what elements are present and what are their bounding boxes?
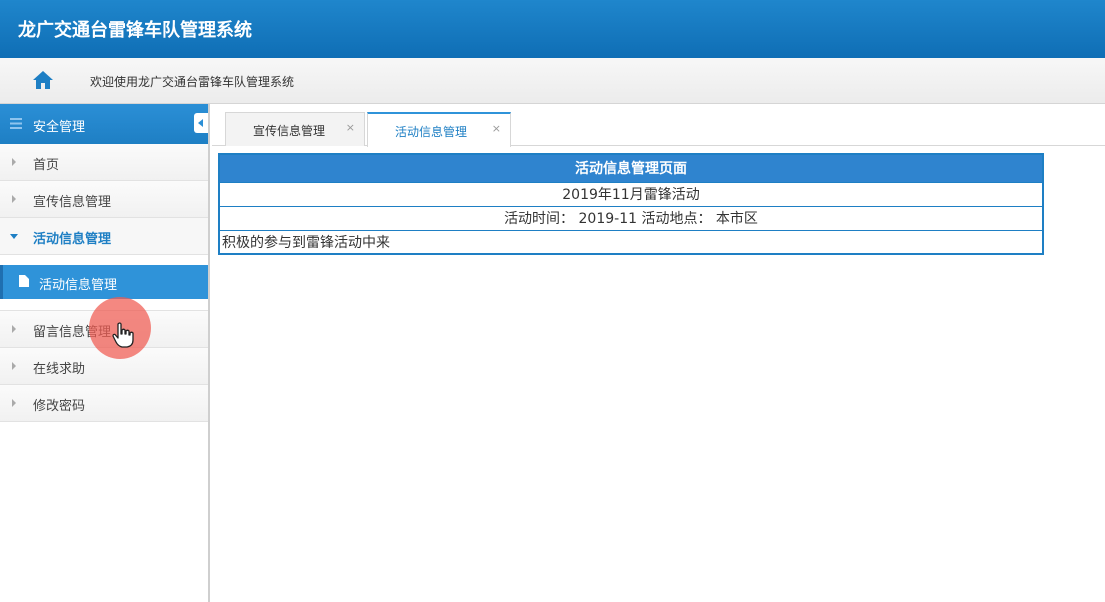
main-content: 活动信息管理页面 2019年11月雷锋活动 活动时间： 2019-11 活动地点… — [218, 153, 1044, 255]
tab-label: 活动信息管理 — [395, 125, 468, 139]
chevron-down-icon — [10, 234, 18, 239]
chevron-right-icon — [12, 399, 16, 407]
welcome-bar: 欢迎使用龙广交通台雷锋车队管理系统 — [0, 58, 1105, 104]
table-row: 2019年11月雷锋活动 — [218, 181, 1044, 207]
close-icon[interactable]: × — [346, 121, 355, 134]
chevron-right-icon — [12, 195, 16, 203]
hand-cursor-icon — [112, 322, 134, 348]
tab-publicity[interactable]: 宣传信息管理 × — [225, 112, 365, 146]
collapse-sidebar-button[interactable] — [194, 113, 208, 133]
sidebar-item-activity[interactable]: 活动信息管理 — [0, 218, 208, 255]
tab-activity[interactable]: 活动信息管理 × — [367, 112, 511, 147]
sidebar-item-label: 首页 — [33, 158, 60, 173]
tab-bar: 宣传信息管理 × 活动信息管理 × — [212, 104, 1105, 147]
tab-label: 宣传信息管理 — [253, 124, 326, 138]
table-row: 积极的参与到雷锋活动中来 — [218, 229, 1044, 255]
sidebar-item-label: 修改密码 — [33, 399, 86, 414]
home-icon[interactable] — [32, 70, 54, 90]
sidebar-header: 安全管理 — [0, 104, 208, 144]
sidebar-subitem-activity[interactable]: 活动信息管理 — [0, 265, 208, 299]
list-icon — [10, 118, 22, 129]
app-header: 龙广交通台雷锋车队管理系统 — [0, 0, 1105, 58]
chevron-right-icon — [12, 325, 16, 333]
chevron-right-icon — [12, 362, 16, 370]
app-title: 龙广交通台雷锋车队管理系统 — [18, 20, 252, 41]
sidebar-header-label: 安全管理 — [33, 120, 86, 135]
sidebar-item-label: 宣传信息管理 — [33, 195, 112, 210]
sidebar-item-password[interactable]: 修改密码 — [0, 385, 208, 422]
welcome-text: 欢迎使用龙广交通台雷锋车队管理系统 — [90, 75, 295, 89]
activity-name: 2019年11月雷锋活动 — [218, 181, 1044, 207]
sidebar-subitem-label: 活动信息管理 — [39, 278, 118, 293]
table-row: 活动时间： 2019-11 活动地点： 本市区 — [218, 205, 1044, 231]
sidebar-item-label: 在线求助 — [33, 362, 86, 377]
activity-meta: 活动时间： 2019-11 活动地点： 本市区 — [218, 205, 1044, 231]
document-icon — [19, 275, 29, 287]
sidebar-item-publicity[interactable]: 宣传信息管理 — [0, 181, 208, 218]
chevron-left-icon — [198, 119, 203, 127]
activity-description: 积极的参与到雷锋活动中来 — [218, 229, 1044, 255]
chevron-right-icon — [12, 158, 16, 166]
table-title: 活动信息管理页面 — [218, 153, 1044, 183]
close-icon[interactable]: × — [492, 122, 501, 135]
table-header-row: 活动信息管理页面 — [218, 153, 1044, 183]
sidebar-item-label: 活动信息管理 — [33, 232, 112, 247]
sidebar-item-home[interactable]: 首页 — [0, 144, 208, 181]
activity-table: 活动信息管理页面 2019年11月雷锋活动 活动时间： 2019-11 活动地点… — [218, 153, 1044, 255]
